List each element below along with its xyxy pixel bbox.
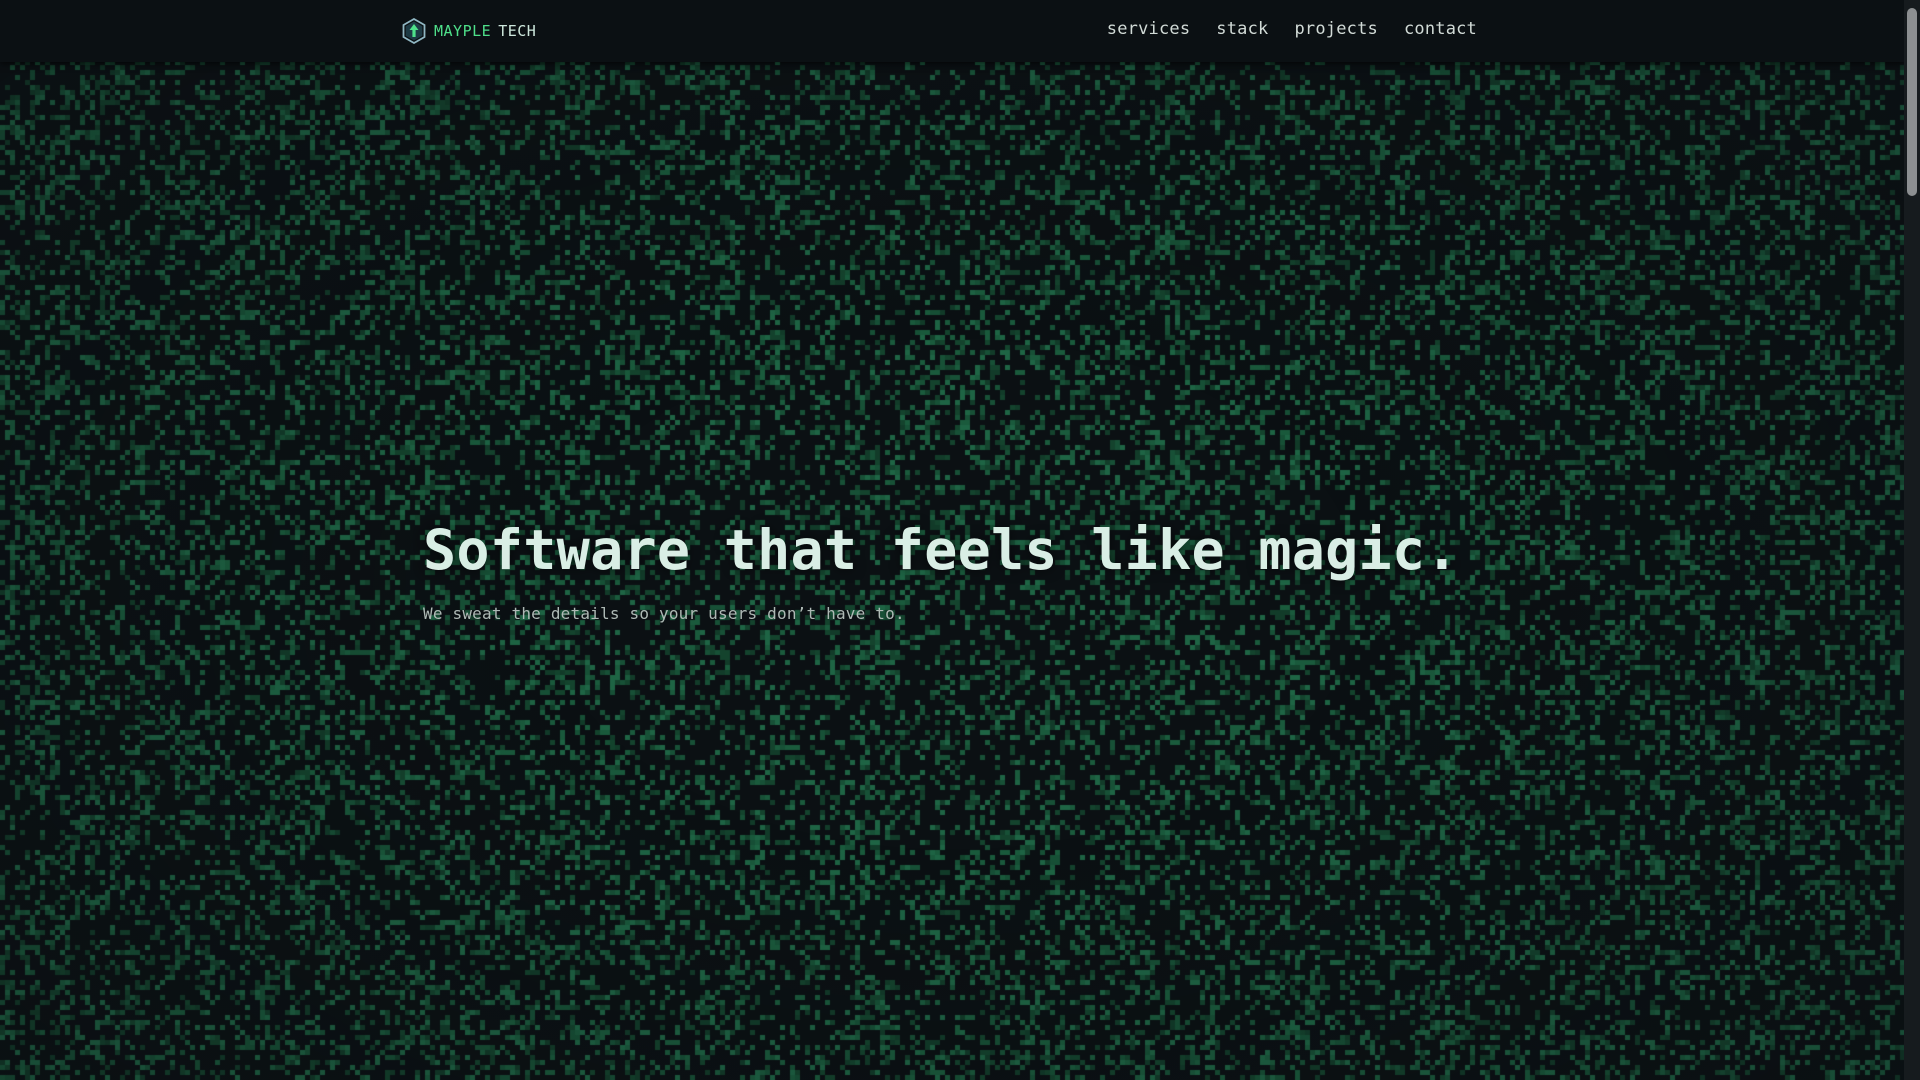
hero-title: Software that feels like magic. xyxy=(423,518,1459,582)
hero-section: Software that feels like magic. We sweat… xyxy=(423,518,1459,623)
page-scrollbar[interactable] xyxy=(1904,0,1920,1080)
nav-link-contact[interactable]: contact xyxy=(1404,19,1477,39)
nav-link-projects[interactable]: projects xyxy=(1294,19,1377,39)
main-nav: services stack projects contact xyxy=(1107,19,1477,39)
nav-link-stack[interactable]: stack xyxy=(1216,19,1268,39)
hero-subtitle: We sweat the details so your users don’t… xyxy=(423,604,905,623)
nav-link-services[interactable]: services xyxy=(1107,19,1190,39)
scrollbar-thumb[interactable] xyxy=(1907,8,1917,196)
top-navigation-bar: MAYPLE TECH services stack projects cont… xyxy=(0,0,1904,62)
brand-logo-link[interactable]: MAYPLE TECH xyxy=(402,18,536,44)
brand-name-primary: MAYPLE xyxy=(434,22,492,40)
brand-name-secondary: TECH xyxy=(498,22,537,40)
hexagon-arrow-up-icon xyxy=(402,18,426,44)
